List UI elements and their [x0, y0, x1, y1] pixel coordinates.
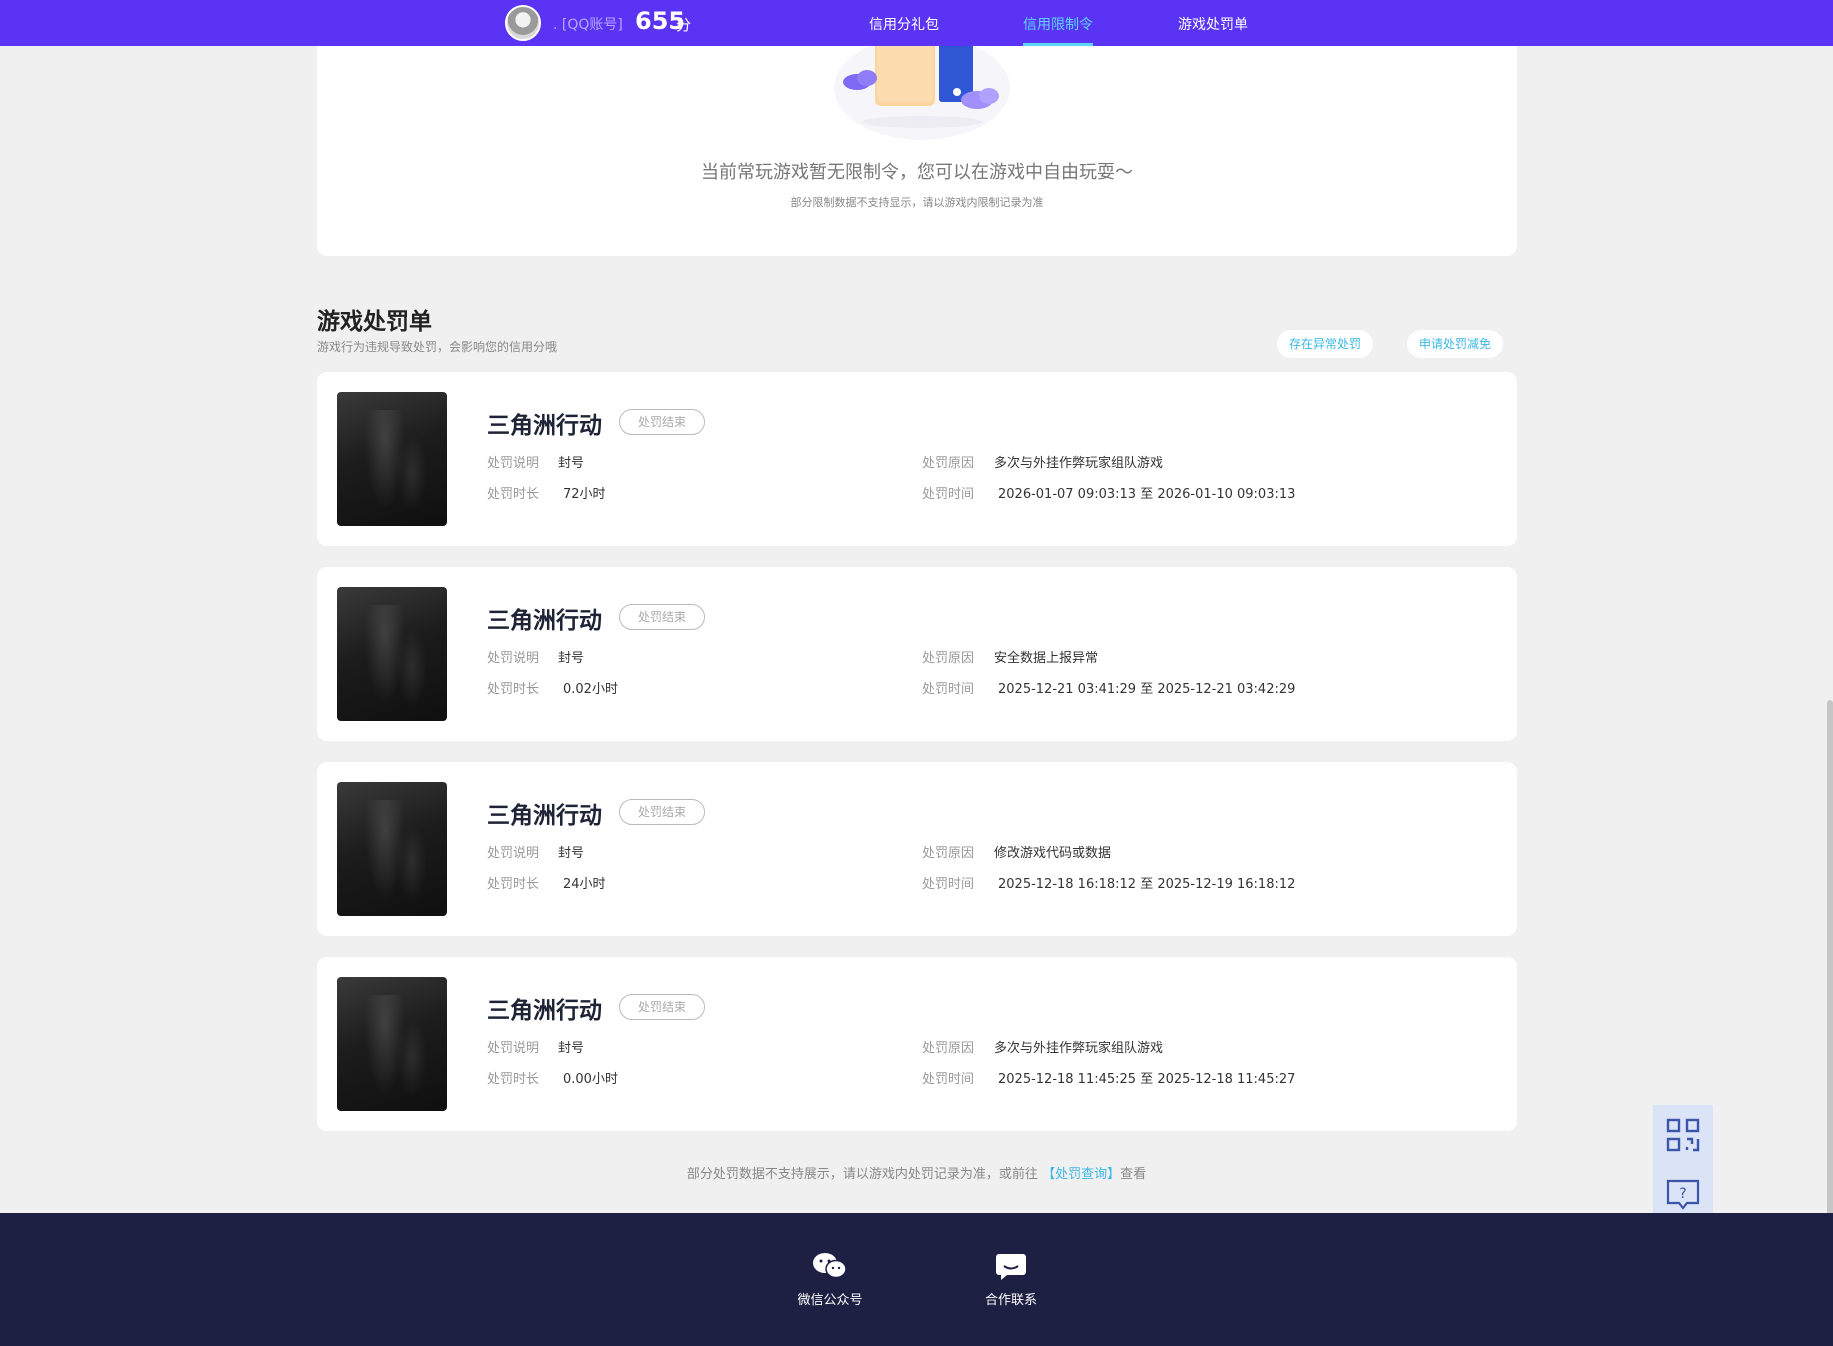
apply-penalty-reduction-button[interactable]: 申请处罚减免 [1407, 330, 1504, 358]
penalty-duration-value: 24小时 [563, 877, 606, 892]
limit-data-note: 部分限制数据不支持显示，请以游戏内限制记录为准 [790, 196, 1044, 209]
penalty-time-label: 处罚时间 [922, 682, 975, 697]
wechat-label: 微信公众号 [797, 1293, 863, 1308]
penalty-section-subtitle: 游戏行为违规导致处罚，会影响您的信用分哦 [317, 340, 558, 354]
wechat-icon [813, 1253, 847, 1279]
penalty-card: 三角洲行动 处罚结束 处罚说明 封号 处罚时长 72小时 处罚原因 多次与外挂作… [317, 372, 1517, 546]
penalty-query-link[interactable]: 【处罚查询】 [1042, 1167, 1120, 1182]
penalty-reason-label: 处罚原因 [922, 1041, 975, 1056]
site-footer: 微信公众号 合作联系 [0, 1213, 1833, 1346]
penalty-reason-label: 处罚原因 [922, 651, 975, 666]
footer-note-prefix: 部分处罚数据不支持展示，请以游戏内处罚记录为准，或前往 [686, 1167, 1038, 1182]
active-tab-underline [1023, 43, 1093, 46]
penalty-reason-value: 多次与外挂作弊玩家组队游戏 [994, 1041, 1164, 1056]
contact-label: 合作联系 [984, 1293, 1037, 1308]
penalty-time-label: 处罚时间 [922, 877, 975, 892]
contact-link[interactable]: 合作联系 [956, 1251, 1066, 1308]
penalty-desc-value: 封号 [558, 651, 585, 666]
page-scrollbar[interactable] [1827, 700, 1833, 1290]
status-badge: 处罚结束 [619, 994, 705, 1020]
game-name: 三角洲行动 [487, 803, 602, 829]
qr-code-button[interactable] [1653, 1105, 1713, 1165]
credit-score-unit: 分 [676, 16, 692, 34]
game-thumbnail [337, 392, 447, 526]
penalty-card: 三角洲行动 处罚结束 处罚说明 封号 处罚时长 0.02小时 处罚原因 安全数据… [317, 567, 1517, 741]
avatar[interactable] [505, 5, 541, 41]
penalty-desc-value: 封号 [558, 456, 585, 471]
no-limit-message: 当前常玩游戏暂无限制令，您可以在游戏中自由玩耍～ [701, 162, 1133, 183]
status-badge: 处罚结束 [619, 409, 705, 435]
limit-card: 当前常玩游戏暂无限制令，您可以在游戏中自由玩耍～ 部分限制数据不支持显示，请以游… [317, 30, 1517, 256]
penalty-desc-value: 封号 [558, 1041, 585, 1056]
tab-game-penalty[interactable]: 游戏处罚单 [1178, 14, 1248, 34]
penalty-reason-value: 修改游戏代码或数据 [994, 846, 1112, 861]
wechat-official-account-link[interactable]: 微信公众号 [775, 1251, 885, 1308]
penalty-reason-label: 处罚原因 [922, 456, 975, 471]
penalty-time-value: 2025-12-18 16:18:12 至 2025-12-19 16:18:1… [998, 877, 1296, 892]
penalty-duration-label: 处罚时长 [487, 487, 540, 502]
penalty-card: 三角洲行动 处罚结束 处罚说明 封号 处罚时长 0.00小时 处罚原因 多次与外… [317, 957, 1517, 1131]
game-thumbnail [337, 587, 447, 721]
svg-text:?: ? [1679, 1186, 1686, 1202]
account-label: . [QQ账号] [553, 17, 623, 33]
penalty-duration-value: 0.02小时 [563, 682, 618, 697]
penalty-duration-label: 处罚时长 [487, 877, 540, 892]
game-name: 三角洲行动 [487, 413, 602, 439]
penalty-duration-value: 0.00小时 [563, 1072, 618, 1087]
penalty-desc-label: 处罚说明 [487, 846, 540, 861]
game-name: 三角洲行动 [487, 608, 602, 634]
tab-credit-limit[interactable]: 信用限制令 [1023, 14, 1093, 34]
game-thumbnail [337, 977, 447, 1111]
penalty-time-value: 2025-12-21 03:41:29 至 2025-12-21 03:42:2… [998, 682, 1296, 697]
penalty-time-value: 2026-01-07 09:03:13 至 2026-01-10 09:03:1… [998, 487, 1296, 502]
game-name: 三角洲行动 [487, 998, 602, 1024]
penalty-reason-value: 安全数据上报异常 [994, 651, 1099, 666]
penalty-duration-label: 处罚时长 [487, 682, 540, 697]
no-limit-illustration [834, 30, 1010, 140]
penalty-desc-label: 处罚说明 [487, 1041, 540, 1056]
status-badge: 处罚结束 [619, 604, 705, 630]
penalty-time-label: 处罚时间 [922, 1072, 975, 1087]
penalty-reason-value: 多次与外挂作弊玩家组队游戏 [994, 456, 1164, 471]
abnormal-penalty-button[interactable]: 存在异常处罚 [1277, 330, 1374, 358]
status-badge: 处罚结束 [619, 799, 705, 825]
penalty-card: 三角洲行动 处罚结束 处罚说明 封号 处罚时长 24小时 处罚原因 修改游戏代码… [317, 762, 1517, 936]
penalty-duration-value: 72小时 [563, 487, 606, 502]
penalty-desc-label: 处罚说明 [487, 651, 540, 666]
footer-note-suffix: 查看 [1120, 1167, 1147, 1182]
penalty-time-value: 2025-12-18 11:45:25 至 2025-12-18 11:45:2… [998, 1072, 1296, 1087]
penalty-desc-value: 封号 [558, 846, 585, 861]
top-nav-bar: . [QQ账号] 655 分 信用分礼包 信用限制令 游戏处罚单 [0, 0, 1833, 46]
penalty-footer-note: 部分处罚数据不支持展示，请以游戏内处罚记录为准，或前往 【处罚查询】查看 [0, 1163, 1833, 1182]
game-thumbnail [337, 782, 447, 916]
penalty-duration-label: 处罚时长 [487, 1072, 540, 1087]
penalty-section-title: 游戏处罚单 [317, 309, 432, 335]
penalty-desc-label: 处罚说明 [487, 456, 540, 471]
qr-code-icon [1666, 1118, 1700, 1152]
penalty-reason-label: 处罚原因 [922, 846, 975, 861]
penalty-time-label: 处罚时间 [922, 487, 975, 502]
tab-credit-gift[interactable]: 信用分礼包 [869, 14, 939, 34]
chat-bubble-icon [996, 1254, 1026, 1280]
